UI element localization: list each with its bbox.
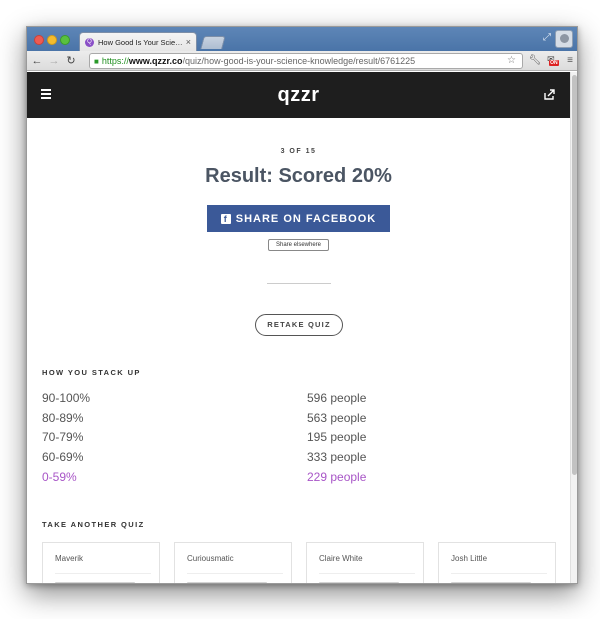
quiz-card-title-peek	[319, 582, 399, 583]
quiz-card-divider	[187, 573, 283, 574]
forward-icon[interactable]: →	[47, 55, 61, 67]
result-title: Result: Scored 20%	[205, 165, 392, 187]
vertical-scrollbar[interactable]	[570, 72, 577, 583]
tab-title: How Good Is Your Science	[98, 37, 183, 47]
url-path: /quiz/how-good-is-your-science-knowledge…	[182, 56, 416, 66]
facebook-icon: f	[220, 213, 231, 224]
share-facebook-label: SHARE ON FACEBOOK	[235, 212, 377, 225]
stack-range: 60-69%	[42, 450, 84, 464]
lock-icon: ■	[94, 56, 99, 66]
stack-row-user: 0-59% 229 people	[42, 470, 562, 488]
scrollbar-thumb[interactable]	[572, 75, 577, 475]
qzzr-favicon-icon: Q	[85, 37, 94, 47]
quiz-card-author: Curiousmatic	[187, 554, 234, 563]
toolbar-icons: 🔧︎ ✉ ON ≡	[528, 54, 573, 67]
new-tab-button[interactable]	[200, 36, 226, 49]
profile-icon[interactable]	[555, 30, 573, 48]
page-viewport: qzzr 3 OF 15 Result: Scored 20% f SHARE …	[27, 72, 570, 583]
tab-strip: Q How Good Is Your Science × ⤢	[27, 27, 577, 51]
share-out-icon[interactable]	[544, 89, 555, 100]
zoom-window-button[interactable]	[60, 35, 70, 45]
close-window-button[interactable]	[34, 35, 44, 45]
quiz-card-divider	[319, 573, 415, 574]
stack-range: 0-59%	[42, 470, 77, 484]
quiz-card-title-peek	[451, 582, 531, 583]
quiz-card[interactable]: Josh Little	[438, 542, 556, 583]
back-icon[interactable]: ←	[30, 55, 44, 67]
stack-range: 90-100%	[42, 391, 91, 405]
quiz-card[interactable]: Claire White	[306, 542, 424, 583]
quiz-card[interactable]: Maverik	[42, 542, 160, 583]
quiz-card-author: Maverik	[55, 554, 84, 563]
qzzr-logo[interactable]: qzzr	[27, 84, 570, 107]
site-header: qzzr	[27, 72, 570, 118]
share-facebook-button[interactable]: f SHARE ON FACEBOOK	[207, 205, 390, 232]
menu-icon[interactable]: ≡	[567, 55, 573, 66]
reload-icon[interactable]: ↻	[64, 54, 78, 67]
fullscreen-icon[interactable]: ⤢	[543, 32, 551, 43]
quiz-card-title-peek	[187, 582, 267, 583]
tab-close-icon[interactable]: ×	[186, 37, 191, 47]
retake-quiz-button[interactable]: RETAKE QUIZ	[255, 314, 343, 336]
address-bar[interactable]: ■ https:// www.qzzr.co /quiz/how-good-is…	[89, 53, 523, 69]
stack-range: 80-89%	[42, 411, 84, 425]
stack-count: 596 people	[307, 391, 367, 405]
quiz-card-author: Josh Little	[451, 554, 488, 563]
stack-count: 195 people	[307, 430, 367, 444]
quiz-card-title-peek	[55, 582, 135, 583]
stack-count: 229 people	[307, 470, 367, 484]
minimize-window-button[interactable]	[47, 35, 57, 45]
quiz-card-divider	[451, 573, 547, 574]
stack-row: 90-100% 596 people	[42, 391, 562, 409]
share-elsewhere-button[interactable]: Share elsewhere	[268, 239, 329, 251]
stack-section-title: HOW YOU STACK UP	[42, 368, 141, 377]
browser-tab[interactable]: Q How Good Is Your Science ×	[79, 32, 197, 51]
url-scheme: https://	[101, 56, 129, 66]
quiz-card-author: Claire White	[319, 554, 363, 563]
stack-row: 80-89% 563 people	[42, 411, 562, 429]
extension-icon[interactable]: ✉ ON	[547, 54, 561, 67]
stack-count: 333 people	[307, 450, 367, 464]
extension-badge: ON	[549, 60, 559, 66]
bookmark-star-icon[interactable]: ☆	[507, 55, 516, 66]
quiz-counter: 3 OF 15	[280, 148, 317, 155]
stack-row: 70-79% 195 people	[42, 430, 562, 448]
quiz-card[interactable]: Curiousmatic	[174, 542, 292, 583]
browser-toolbar: ← → ↻ ■ https:// www.qzzr.co /quiz/how-g…	[27, 51, 577, 71]
stack-range: 70-79%	[42, 430, 84, 444]
quiz-card-divider	[55, 573, 151, 574]
stack-row: 60-69% 333 people	[42, 450, 562, 468]
url-host: www.qzzr.co	[128, 56, 183, 66]
browser-window: Q How Good Is Your Science × ⤢ ← → ↻ ■ h…	[26, 26, 578, 584]
divider	[267, 283, 331, 284]
stack-count: 563 people	[307, 411, 367, 425]
wrench-icon[interactable]: 🔧︎	[528, 55, 541, 66]
another-quiz-title: TAKE ANOTHER QUIZ	[42, 520, 145, 529]
